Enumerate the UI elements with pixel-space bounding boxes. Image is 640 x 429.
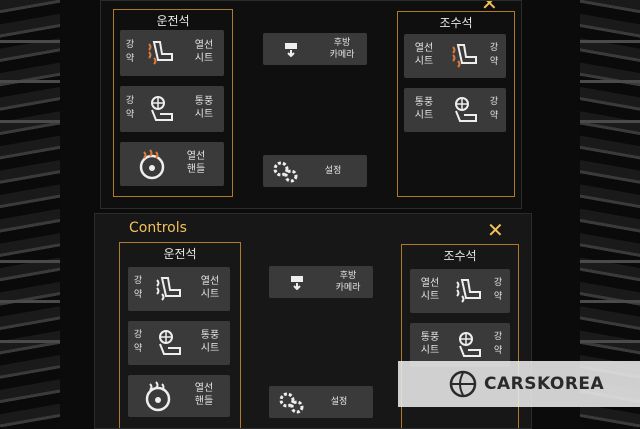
heated-wheel-label-2: 핸들 [186,164,206,175]
heated-wheel-label-1: 열선 [186,151,206,162]
settings-label: 설정 [330,397,348,407]
level-high-label: 강 [493,332,503,342]
heated-seat-label-2: 시트 [194,53,214,64]
level-high-label: 강 [489,97,499,107]
heated-seat-label-1: 열선 [420,278,440,289]
ventilated-seat-label-2: 시트 [420,345,440,356]
level-high-label: 강 [133,330,143,340]
ventilated-seat-label-1: 통풍 [194,96,214,107]
heated-seat-icon [148,41,173,65]
left-air-vent [0,0,60,427]
heated-seat-icon [156,277,181,301]
watermark-text: CARSKOREA [484,374,605,394]
ventilated-seat-label-2: 시트 [194,109,214,120]
ventilated-seat-label-1: 통풍 [414,97,434,108]
ventilated-seat-icon [159,330,181,355]
passenger-panel-title: 조수석 [443,249,477,263]
rear-camera-button[interactable]: 후방 카메라 [263,33,367,65]
heated-wheel-icon [145,381,171,412]
carskorea-watermark: CARSKOREA [398,361,640,407]
level-low-label: 약 [125,54,135,64]
ventilated-seat-icon [455,97,477,122]
heated-seat-label-1: 열선 [194,40,214,51]
level-low-label: 약 [133,290,143,300]
gears-icon [273,161,298,183]
rear-camera-label-1: 후방 [333,38,351,48]
rear-camera-label-1: 후방 [339,271,357,281]
ventilated-seat-icon [151,96,173,121]
driver-panel: 운전석 강 약 열선 시트 강 약 통풍 시트 열선 핸들 [113,9,233,197]
heated-steering-wheel-button[interactable]: 열선 핸들 [120,142,224,186]
level-high-label: 강 [133,276,143,286]
driver-panel-title: 운전석 [163,247,197,261]
ventilated-seat-label-1: 통풍 [420,332,440,343]
level-high-label: 강 [489,43,499,53]
heated-seat-label-2: 시트 [420,291,440,302]
heated-seat-icon [452,44,477,68]
driver-heated-seat-button[interactable]: 강 약 열선 시트 [128,267,230,311]
passenger-ventilated-seat-button[interactable]: 통풍 시트 강 약 [404,88,506,132]
passenger-panel-title: 조수석 [439,16,473,30]
driver-panel: 운전석 강 약 열선 시트 강 약 통풍 시트 열선 핸들 [119,242,241,428]
camera-icon [291,276,303,290]
rear-camera-button[interactable]: 후방 카메라 [269,266,373,298]
ventilated-seat-icon [459,332,481,357]
passenger-heated-seat-button[interactable]: 열선 시트 강 약 [410,269,510,313]
level-low-label: 약 [133,344,143,354]
level-low-label: 약 [489,111,499,121]
ventilated-seat-label-2: 시트 [200,343,220,354]
passenger-panel: 조수석 열선 시트 강 약 통풍 시트 강 약 [397,11,515,197]
controls-screen-top: ✕ 운전석 강 약 열선 시트 강 약 통풍 시트 열선 핸들 후방 카메라 설… [100,0,522,209]
passenger-heated-seat-button[interactable]: 열선 시트 강 약 [404,34,506,78]
driver-heated-seat-button[interactable]: 강 약 열선 시트 [120,30,224,76]
camera-icon [285,43,297,57]
ventilated-seat-label-1: 통풍 [200,330,220,341]
level-low-label: 약 [489,57,499,67]
level-high-label: 강 [493,278,503,288]
heated-wheel-icon [139,149,165,180]
driver-panel-title: 운전석 [156,14,190,28]
close-icon[interactable]: ✕ [487,220,504,240]
controls-title: Controls [129,220,187,236]
heated-seat-icon [456,279,481,303]
driver-ventilated-seat-button[interactable]: 강 약 통풍 시트 [120,86,224,132]
level-low-label: 약 [125,110,135,120]
heated-wheel-label-1: 열선 [194,383,214,394]
rear-camera-label-2: 카메라 [335,283,361,293]
settings-button[interactable]: 설정 [269,386,373,418]
driver-ventilated-seat-button[interactable]: 강 약 통풍 시트 [128,321,230,365]
level-high-label: 강 [125,40,135,50]
heated-steering-wheel-button[interactable]: 열선 핸들 [128,375,230,417]
heated-seat-label-2: 시트 [200,289,220,300]
level-low-label: 약 [493,292,503,302]
gears-icon [279,392,304,414]
level-high-label: 강 [125,96,135,106]
carskorea-logo-icon [449,370,477,398]
settings-label: 설정 [324,166,342,176]
rear-camera-label-2: 카메라 [329,50,355,60]
heated-seat-label-1: 열선 [200,276,220,287]
heated-wheel-label-2: 핸들 [194,396,214,407]
ventilated-seat-label-2: 시트 [414,110,434,121]
heated-seat-label-2: 시트 [414,56,434,67]
level-low-label: 약 [493,346,503,356]
heated-seat-label-1: 열선 [414,43,434,54]
settings-button[interactable]: 설정 [263,155,367,187]
